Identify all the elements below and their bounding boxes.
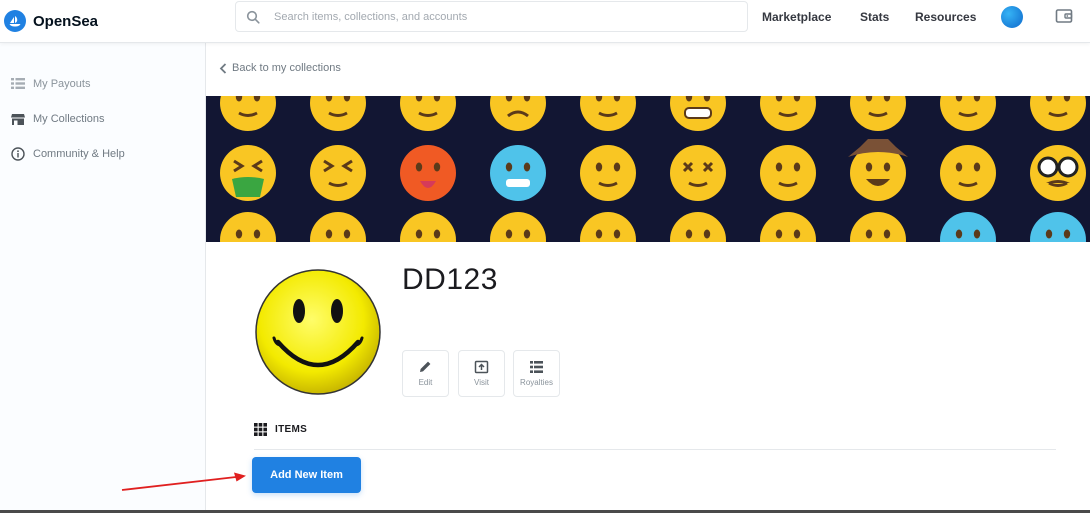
- sidebar: My Payouts My Collections Community & He…: [0, 43, 206, 513]
- sidebar-item-my-collections[interactable]: My Collections: [10, 112, 105, 125]
- grid-icon: [254, 423, 267, 436]
- sidebar-item-community-help[interactable]: Community & Help: [10, 146, 125, 161]
- wallet-icon[interactable]: [1055, 8, 1073, 24]
- sidebar-item-label: My Collections: [33, 112, 105, 125]
- items-heading-label: ITEMS: [275, 424, 308, 435]
- edit-button[interactable]: Edit: [402, 350, 449, 397]
- list-icon: [10, 77, 25, 90]
- collection-banner-image: [206, 96, 1090, 242]
- search-input[interactable]: [274, 10, 734, 23]
- royalties-button[interactable]: Royalties: [513, 350, 560, 397]
- list-icon: [530, 361, 543, 373]
- emoji-pattern-image: [220, 96, 1086, 242]
- sidebar-item-label: Community & Help: [33, 147, 125, 160]
- chevron-left-icon: [219, 62, 227, 74]
- sidebar-item-my-payouts[interactable]: My Payouts: [10, 77, 90, 90]
- profile-avatar[interactable]: [1001, 6, 1023, 28]
- sidebar-item-label: My Payouts: [33, 77, 91, 90]
- pencil-icon: [420, 361, 431, 372]
- brand-name: OpenSea: [33, 12, 99, 30]
- collection-title: DD123: [402, 263, 498, 296]
- opensea-logo-icon: [4, 10, 26, 32]
- search-bar: [235, 1, 748, 32]
- items-section-heading: ITEMS: [254, 423, 307, 436]
- visit-label: Visit: [474, 378, 489, 387]
- nav-stats[interactable]: Stats: [860, 10, 889, 24]
- back-to-collections-link[interactable]: Back to my collections: [219, 62, 341, 74]
- nav-marketplace[interactable]: Marketplace: [762, 10, 831, 24]
- brand-home-link[interactable]: OpenSea: [0, 0, 236, 42]
- info-icon: [10, 146, 25, 161]
- section-divider: [254, 449, 1056, 450]
- back-link-label: Back to my collections: [232, 62, 341, 74]
- nav-resources[interactable]: Resources: [915, 10, 976, 24]
- open-box-icon: [474, 360, 489, 374]
- annotation-arrow-icon: [121, 472, 246, 491]
- add-new-item-button[interactable]: Add New Item: [252, 457, 361, 493]
- storefront-icon: [10, 112, 25, 125]
- top-navigation-bar: OpenSea Marketplace Stats Resources: [0, 0, 1090, 43]
- visit-button[interactable]: Visit: [458, 350, 505, 397]
- collection-logo-smiley[interactable]: [254, 268, 382, 396]
- edit-label: Edit: [418, 378, 433, 387]
- search-icon: [246, 10, 260, 24]
- royalties-label: Royalties: [520, 378, 553, 387]
